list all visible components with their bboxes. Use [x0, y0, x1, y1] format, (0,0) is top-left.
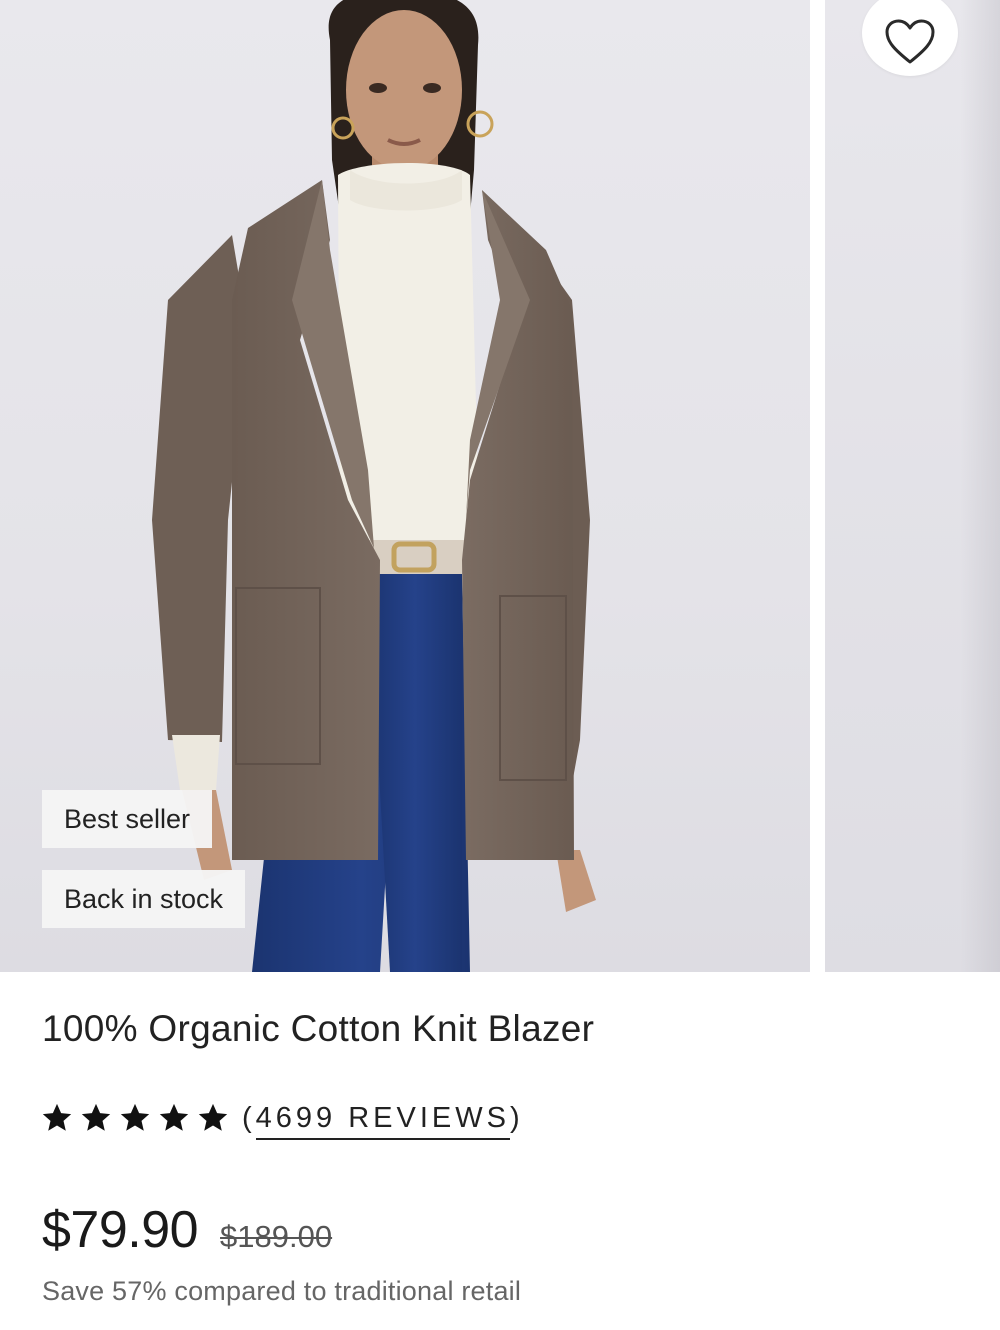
rating-stars [40, 1101, 230, 1135]
product-title[interactable]: 100% Organic Cotton Knit Blazer [42, 1008, 594, 1050]
product-rating: (4699 REVIEWS) [40, 1096, 524, 1140]
reviews-count: 4699 REVIEWS [255, 1101, 510, 1140]
next-photo-shading [960, 0, 1000, 972]
star-filled-icon [42, 1103, 72, 1131]
savings-text: Save 57% compared to traditional retail [42, 1276, 522, 1306]
best-seller-badge: Best seller [42, 790, 213, 848]
compare-at-price: $189.00 [220, 1219, 333, 1254]
back-in-stock-badge: Back in stock [42, 870, 246, 928]
product-image-gallery[interactable]: Best seller Back in stock [0, 0, 1000, 972]
heart-outline-icon [885, 19, 935, 64]
next-product-photo[interactable] [825, 0, 1000, 972]
reviews-open-paren: ( [242, 1101, 256, 1134]
sale-price: $79.90 [42, 1201, 199, 1259]
price-block: $79.90 $189.00 [42, 1200, 332, 1260]
star-filled-icon [120, 1103, 150, 1131]
star-filled-icon [198, 1103, 228, 1131]
star-filled-icon [159, 1103, 189, 1131]
star-filled-icon [81, 1103, 111, 1131]
reviews-close-paren: ) [510, 1101, 524, 1134]
reviews-link[interactable]: (4699 REVIEWS) [242, 1101, 524, 1140]
